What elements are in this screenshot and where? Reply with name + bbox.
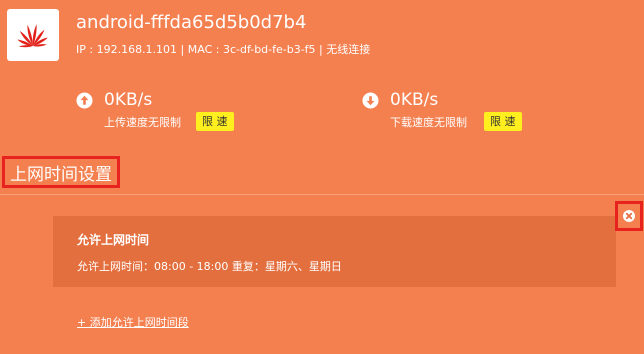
device-name: android-fffda65d5b0d7b4: [76, 12, 307, 33]
huawei-logo-icon: [17, 24, 48, 48]
upload-speed-status: 上传速度无限制: [104, 116, 181, 129]
delete-rule-button[interactable]: [615, 201, 643, 231]
time-rule-detail: 允许上网时间：08:00 - 18:00 重复：星期六、星期日: [77, 260, 342, 273]
download-speed-value: 0KB/s: [390, 90, 439, 110]
arrow-down-circle-icon: [362, 92, 379, 109]
arrow-up-circle-icon: [76, 92, 93, 109]
close-circle-icon: [623, 210, 635, 222]
upload-limit-button[interactable]: 限 速: [196, 112, 234, 131]
section-title: 上网时间设置: [2, 156, 120, 188]
time-rule-title: 允许上网时间: [77, 233, 150, 247]
device-info: IP : 192.168.1.101 | MAC : 3c-df-bd-fe-b…: [76, 43, 371, 56]
time-rule-card[interactable]: 允许上网时间 允许上网时间：08:00 - 18:00 重复：星期六、星期日: [53, 216, 616, 287]
device-logo: [7, 9, 59, 61]
download-limit-button[interactable]: 限 速: [484, 112, 522, 131]
add-time-period-link[interactable]: + 添加允许上网时间段: [77, 315, 189, 331]
upload-speed-value: 0KB/s: [104, 90, 153, 110]
section-divider: [0, 194, 644, 195]
download-speed-status: 下载速度无限制: [390, 116, 467, 129]
device-detail-panel: android-fffda65d5b0d7b4 IP : 192.168.1.1…: [0, 0, 644, 354]
